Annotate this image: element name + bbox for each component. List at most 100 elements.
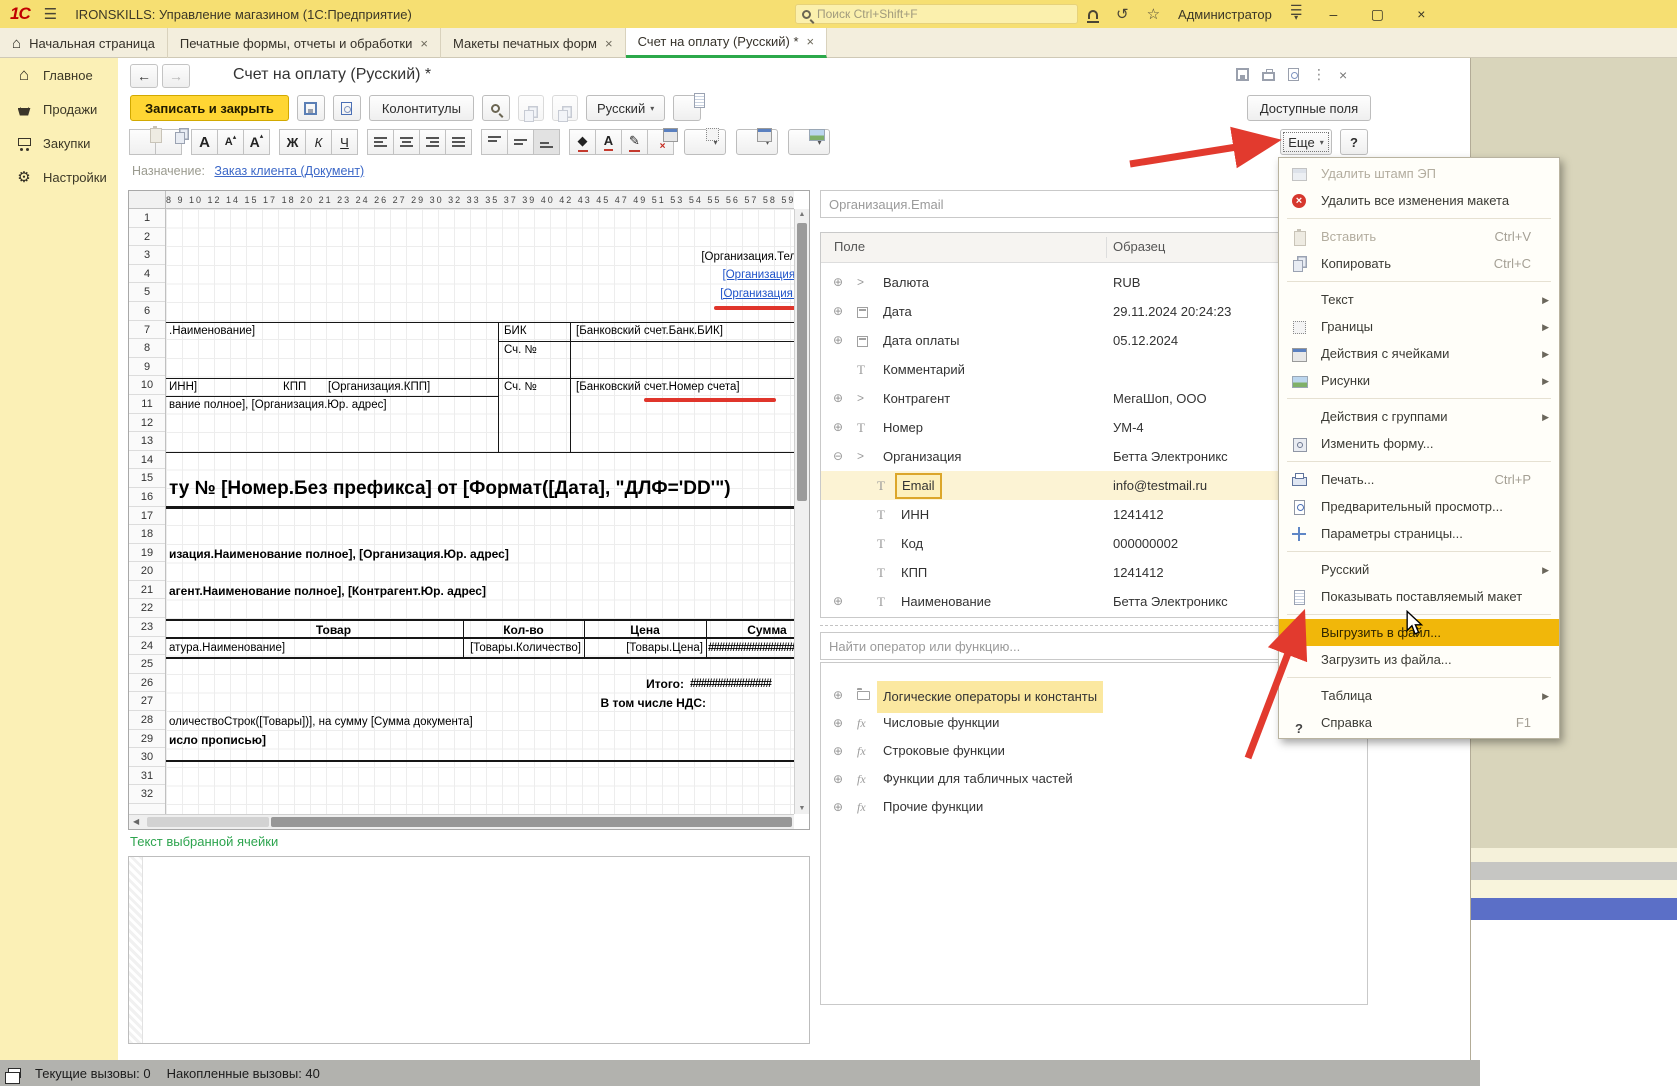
align-right-button[interactable] bbox=[419, 129, 446, 155]
pen-color-button[interactable]: ✎ bbox=[621, 129, 648, 155]
expand-icon[interactable]: ⊕ bbox=[833, 765, 843, 793]
global-search-input[interactable]: Поиск Ctrl+Shift+F bbox=[795, 4, 1078, 24]
column-divider[interactable] bbox=[1106, 237, 1107, 258]
preview-icon[interactable] bbox=[1288, 68, 1299, 81]
row-header[interactable]: 7 bbox=[129, 321, 165, 340]
notifications-icon[interactable] bbox=[1088, 10, 1098, 19]
selected-cell-text-area[interactable] bbox=[128, 856, 810, 1044]
current-user[interactable]: Администратор bbox=[1178, 7, 1272, 22]
row-header[interactable]: 3 bbox=[129, 246, 165, 265]
vertical-scrollbar[interactable]: ▲ ▼ bbox=[794, 209, 809, 814]
valign-bottom-button[interactable] bbox=[533, 129, 560, 155]
row-header[interactable]: 16 bbox=[129, 488, 165, 507]
expand-icon[interactable]: ⊕ bbox=[833, 737, 843, 765]
row-header[interactable]: 14 bbox=[129, 451, 165, 470]
sheet-corner[interactable] bbox=[129, 191, 166, 209]
row-header[interactable]: 32 bbox=[129, 785, 165, 804]
scroll-up-icon[interactable]: ▲ bbox=[795, 211, 809, 218]
valign-top-button[interactable] bbox=[481, 129, 508, 155]
menu-item-7[interactable]: Действия с ячейками▶ bbox=[1279, 340, 1559, 367]
available-fields-button[interactable]: Доступные поля bbox=[1247, 95, 1371, 121]
layout-view-button[interactable] bbox=[673, 95, 701, 121]
row-header[interactable]: 4 bbox=[129, 265, 165, 284]
language-select[interactable]: Русский▾ bbox=[586, 95, 665, 121]
expand-icon[interactable]: ⊕ bbox=[833, 681, 843, 709]
sheet-content[interactable]: [Организация.Телефон] [Организация.Сайт]… bbox=[166, 209, 794, 814]
cell-nds[interactable]: В том числе НДС: bbox=[546, 694, 706, 713]
row-header[interactable]: 21 bbox=[129, 581, 165, 600]
expand-icon[interactable]: ⊕ bbox=[833, 709, 843, 737]
cell-account-label[interactable]: Сч. № bbox=[504, 341, 537, 360]
menu-item-12[interactable]: Предварительный просмотр... bbox=[1279, 493, 1559, 520]
row-header[interactable]: 11 bbox=[129, 395, 165, 414]
menu-item-8[interactable]: Рисунки▶ bbox=[1279, 367, 1559, 394]
column-sample[interactable]: Образец bbox=[1113, 239, 1165, 254]
forward-button[interactable]: → bbox=[162, 64, 190, 88]
column-headers[interactable]: 8 9 10 12 14 15 17 18 20 21 23 24 26 27 … bbox=[166, 191, 794, 209]
sidebar-item-sales[interactable]: Продажи bbox=[0, 92, 118, 126]
expand-icon[interactable]: ⊕ bbox=[833, 384, 843, 413]
cell-org-line[interactable]: изация.Наименование полное], [Организаци… bbox=[169, 545, 509, 564]
scroll-down-icon[interactable]: ▼ bbox=[795, 805, 809, 812]
font-color-button[interactable]: А bbox=[595, 129, 622, 155]
copy-style-button-2[interactable] bbox=[552, 95, 578, 121]
tab-invoice-active[interactable]: Счет на оплату (Русский) * × bbox=[626, 28, 828, 58]
column-field[interactable]: Поле bbox=[834, 239, 865, 254]
sidebar-item-settings[interactable]: Настройки bbox=[0, 160, 118, 194]
sidebar-item-main[interactable]: Главное bbox=[0, 58, 118, 92]
row-header[interactable]: 12 bbox=[129, 414, 165, 433]
valign-middle-button[interactable] bbox=[507, 129, 534, 155]
font-smaller-button[interactable]: A▴ bbox=[217, 129, 244, 155]
menu-item-5[interactable]: Текст▶ bbox=[1279, 286, 1559, 313]
tab-layouts[interactable]: Макеты печатных форм × bbox=[441, 28, 626, 58]
row-header[interactable]: 26 bbox=[129, 674, 165, 693]
back-button[interactable]: ← bbox=[130, 64, 158, 88]
cell-words-line[interactable]: исло прописью] bbox=[169, 731, 266, 750]
cell-site[interactable]: [Организация.Сайт] bbox=[466, 266, 794, 285]
paste-button[interactable] bbox=[129, 129, 156, 155]
cell-bik-value[interactable]: [Банковский счет.Банк.БИК] bbox=[576, 322, 723, 341]
tab-close-icon[interactable]: × bbox=[605, 36, 613, 51]
row-header[interactable]: 5 bbox=[129, 283, 165, 302]
menu-item-14[interactable]: Русский▶ bbox=[1279, 556, 1559, 583]
row-header[interactable]: 23 bbox=[129, 618, 165, 637]
menu-item-10[interactable]: Изменить форму... bbox=[1279, 430, 1559, 457]
tab-print-forms[interactable]: Печатные формы, отчеты и обработки × bbox=[168, 28, 441, 58]
bold-button[interactable]: Ж bbox=[279, 129, 306, 155]
align-left-button[interactable] bbox=[367, 129, 394, 155]
cell-contragent-line[interactable]: агент.Наименование полное], [Контрагент.… bbox=[169, 582, 486, 601]
print-icon[interactable] bbox=[1262, 72, 1275, 81]
row-header[interactable]: 10 bbox=[129, 376, 165, 395]
save-icon[interactable] bbox=[1236, 68, 1249, 81]
cell-email[interactable]: [Организация.Email] bbox=[466, 285, 794, 304]
scroll-track[interactable] bbox=[271, 817, 792, 827]
scroll-thumb[interactable] bbox=[797, 223, 807, 501]
align-justify-button[interactable] bbox=[445, 129, 472, 155]
save-and-close-button[interactable]: Записать и закрыть bbox=[130, 95, 289, 121]
save-button[interactable] bbox=[297, 95, 325, 121]
row-header[interactable]: 30 bbox=[129, 748, 165, 767]
service-menu-icon[interactable]: ☰▾ bbox=[1290, 2, 1303, 22]
menu-item-11[interactable]: Печать...Ctrl+P bbox=[1279, 466, 1559, 493]
cell-bank-name[interactable]: .Наименование] bbox=[169, 322, 255, 341]
tab-close-icon[interactable]: × bbox=[807, 34, 815, 49]
scroll-thumb[interactable] bbox=[147, 817, 269, 827]
row-header[interactable]: 27 bbox=[129, 692, 165, 711]
expand-icon[interactable]: ⊕ bbox=[833, 326, 843, 355]
row-header[interactable]: 22 bbox=[129, 599, 165, 618]
row-header[interactable]: 28 bbox=[129, 711, 165, 730]
tab-close-icon[interactable]: × bbox=[420, 36, 428, 51]
menu-item-13[interactable]: Параметры страницы... bbox=[1279, 520, 1559, 547]
italic-button[interactable]: К bbox=[305, 129, 332, 155]
cell-account-label-2[interactable]: Сч. № bbox=[504, 378, 537, 397]
row-header[interactable]: 29 bbox=[129, 730, 165, 749]
horizontal-scrollbar[interactable]: ◀ bbox=[129, 814, 794, 829]
cells-dropdown[interactable]: ▾ bbox=[736, 129, 778, 155]
cell-phone[interactable]: [Организация.Телефон] bbox=[466, 248, 794, 267]
cell-price[interactable]: [Товары.Цена] bbox=[584, 639, 703, 658]
cell-total-line[interactable]: оличествоСтрок([Товары])], на сумму [Сум… bbox=[169, 713, 473, 732]
row-headers[interactable]: 1234567891011121314151617181920212223242… bbox=[129, 209, 166, 814]
minimize-button[interactable]: – bbox=[1320, 6, 1346, 22]
scroll-left-icon[interactable]: ◀ bbox=[133, 815, 139, 829]
tab-home[interactable]: ⌂ Начальная страница bbox=[0, 28, 168, 58]
